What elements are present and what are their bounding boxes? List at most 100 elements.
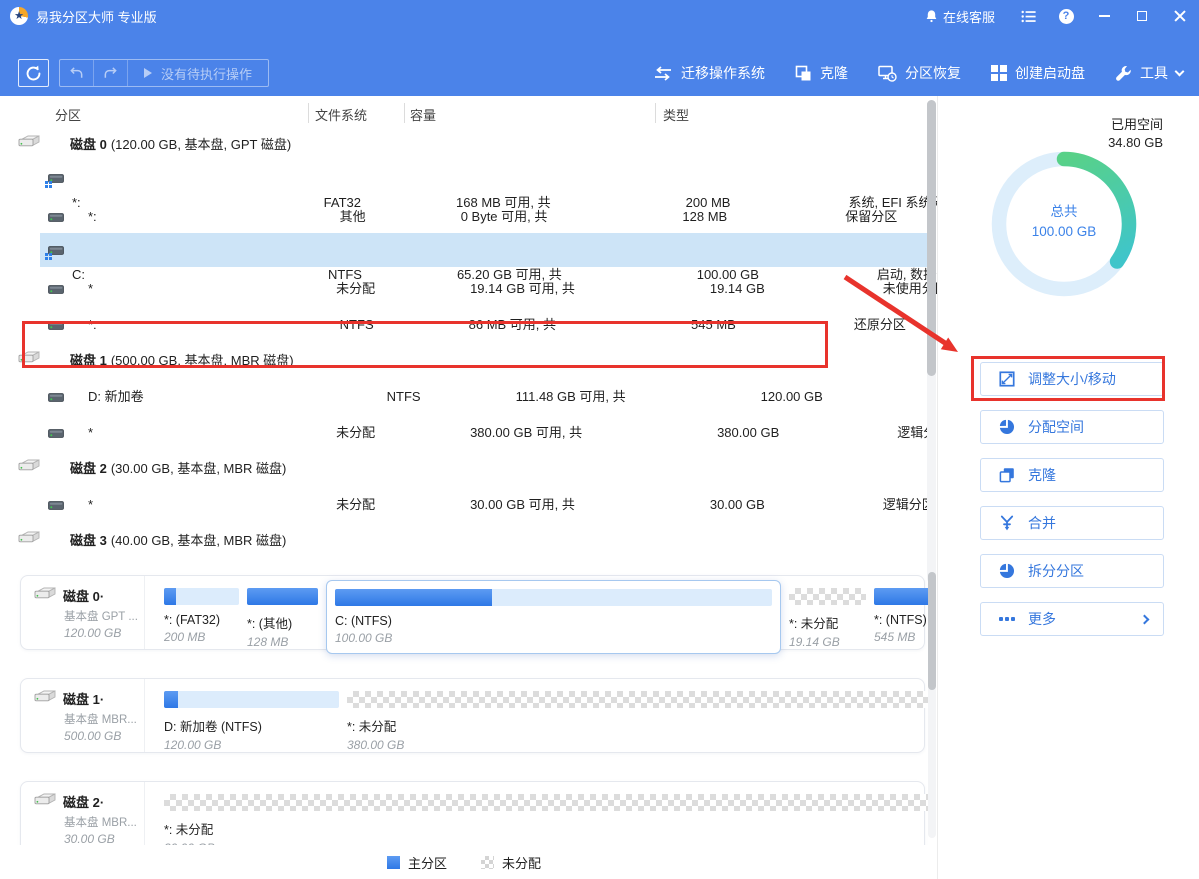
partition-free: 30.00 GB 可用, 共 (470, 497, 575, 512)
partition-name: * (88, 497, 93, 512)
disk-map-partition[interactable]: D: 新加卷 (NTFS)120.00 GB (164, 691, 339, 752)
partition-recovery-button[interactable]: 分区恢复 (878, 63, 961, 83)
bell-icon (925, 9, 938, 23)
disk-map-partition[interactable]: *: 未分配380.00 GB (347, 691, 928, 752)
table-scrollbar[interactable] (927, 100, 936, 583)
partition-name: *: (88, 317, 97, 332)
diskmap-scrollbar-thumb[interactable] (928, 572, 936, 690)
close-button[interactable] (1161, 0, 1199, 32)
partition-row[interactable]: D: 新加卷NTFS111.48 GB 可用, 共120.00 GB主分区 (0, 376, 928, 412)
diskmap-scrollbar[interactable] (928, 570, 936, 838)
resize-move-button[interactable]: 调整大小/移动 (980, 362, 1164, 396)
partition-name: D: 新加卷 (88, 389, 144, 404)
chevron-right-icon (1140, 614, 1150, 624)
undo-button[interactable] (60, 60, 94, 86)
partition-filesystem: 未分配 (336, 497, 375, 512)
legend-unallocated: 未分配 (481, 853, 541, 872)
disk-row[interactable]: 磁盘 0(120.00 GB, 基本盘, GPT 磁盘) (0, 124, 928, 160)
column-divider (655, 103, 656, 123)
partition-icon (48, 319, 64, 334)
allocate-space-button[interactable]: 分配空间 (980, 410, 1164, 444)
partition-filesystem: 未分配 (336, 281, 375, 296)
app-title: 易我分区大师 专业版 (36, 7, 157, 26)
partition-table: 分区 文件系统 容量 类型 磁盘 0(120.00 GB, 基本盘, GPT 磁… (0, 96, 928, 565)
partition-row[interactable]: *:其他0 Byte 可用, 共128 MB保留分区 (0, 196, 928, 232)
partition-map-size: 200 MB (164, 630, 239, 644)
partition-free: 0 Byte 可用, 共 (461, 209, 548, 224)
partition-total: 30.00 GB (710, 497, 765, 512)
execute-operations-button[interactable]: 没有待执行操作 (128, 60, 268, 86)
partition-row[interactable]: *未分配19.14 GB 可用, 共19.14 GB未使用分区 (0, 268, 928, 304)
partition-free: 111.48 GB 可用, 共 (516, 389, 626, 404)
partition-row[interactable]: C:NTFS65.20 GB 可用, 共100.00 GB启动, 数据分区 (0, 232, 928, 268)
migrate-os-button[interactable]: 迁移操作系统 (653, 63, 765, 83)
refresh-button[interactable] (18, 59, 49, 87)
total-space-label: 总共 100.00 GB (984, 202, 1144, 241)
disk-map-size: 120.00 GB (64, 626, 144, 640)
online-support-button[interactable]: 在线客服 (911, 7, 1009, 26)
more-button[interactable]: 更多 (980, 602, 1164, 636)
wrench-icon (1115, 65, 1132, 82)
partition-map-size: 380.00 GB (347, 738, 928, 752)
table-scrollbar-thumb[interactable] (927, 100, 936, 376)
partition-type: 还原分区 (854, 317, 906, 332)
partition-type: 保留分区 (845, 209, 897, 224)
disk-map-card: 磁盘 2·基本盘 MBR...30.00 GB*: 未分配30.00 GB (20, 781, 925, 845)
disk-icon (18, 353, 40, 368)
play-icon (144, 68, 152, 78)
create-boot-disk-button[interactable]: 创建启动盘 (991, 63, 1085, 83)
clone-partition-button[interactable]: 克隆 (980, 458, 1164, 492)
unallocated-swatch (481, 856, 494, 869)
merge-button[interactable]: 合并 (980, 506, 1164, 540)
disk-row[interactable]: 磁盘 3(40.00 GB, 基本盘, MBR 磁盘) (0, 520, 928, 556)
partition-row[interactable]: *:FAT32168 MB 可用, 共200 MB系统, EFI 系统分区 (0, 160, 928, 196)
minimize-button[interactable] (1085, 0, 1123, 32)
tools-button[interactable]: 工具 (1115, 63, 1183, 83)
partition-map-label: *: 未分配 (164, 819, 928, 838)
disk-map-partition[interactable]: *: 未分配19.14 GB (789, 588, 866, 649)
disk-map-partition[interactable]: *: (NTFS)545 MB (874, 588, 928, 644)
partition-usage-bar (164, 588, 239, 605)
partition-row[interactable]: *未分配30.00 GB 可用, 共30.00 GB逻辑分区 (0, 484, 928, 520)
disk-map-partition[interactable]: *: (其他)128 MB (247, 588, 318, 649)
disk-row[interactable]: 磁盘 2(30.00 GB, 基本盘, MBR 磁盘) (0, 448, 928, 484)
split-partition-button[interactable]: 拆分分区 (980, 554, 1164, 588)
partition-total: 128 MB (682, 209, 727, 224)
partition-row[interactable]: *:NTFS86 MB 可用, 共545 MB还原分区 (0, 304, 928, 340)
operation-list-button[interactable] (1009, 0, 1047, 32)
partition-filesystem: NTFS (340, 317, 374, 332)
help-button[interactable]: ? (1047, 0, 1085, 32)
recovery-icon (878, 65, 897, 82)
partition-usage-bar (335, 589, 772, 606)
disk-icon (34, 793, 56, 810)
partition-icon (48, 499, 64, 514)
disk-row[interactable]: 磁盘 1(500.00 GB, 基本盘, MBR 磁盘) (0, 340, 928, 376)
resize-icon (998, 371, 1015, 388)
partition-map-size: 545 MB (874, 630, 928, 644)
disk-icon (18, 533, 40, 548)
disk-icon (18, 461, 40, 476)
disk-map-info: 磁盘 0·基本盘 GPT ...120.00 GB (21, 576, 145, 649)
primary-partition-swatch (387, 856, 400, 869)
partition-map-label: *: (FAT32) (164, 613, 239, 627)
redo-button[interactable] (94, 60, 128, 86)
column-divider (308, 103, 309, 123)
partition-total: 120.00 GB (761, 389, 823, 404)
maximize-icon (1137, 11, 1147, 21)
clone-button[interactable]: 克隆 (795, 63, 848, 83)
col-capacity: 容量 (410, 105, 436, 124)
col-filesystem: 文件系统 (315, 105, 367, 124)
titlebar: ★ 易我分区大师 专业版 在线客服 ? (0, 0, 1199, 32)
disk-map-partition[interactable]: C: (NTFS)100.00 GB (326, 580, 781, 654)
partition-row[interactable]: *未分配380.00 GB 可用, 共380.00 GB逻辑分区 (0, 412, 928, 448)
partition-name: * (88, 425, 93, 440)
disk-label: 磁盘 2(30.00 GB, 基本盘, MBR 磁盘) (70, 461, 286, 476)
disk-label: 磁盘 0(120.00 GB, 基本盘, GPT 磁盘) (70, 137, 291, 152)
disk-icon (34, 690, 56, 707)
disk-map-partition[interactable]: *: (FAT32) 200 MB (164, 588, 239, 644)
chevron-down-icon (1175, 66, 1185, 76)
partition-free: 19.14 GB 可用, 共 (470, 281, 575, 296)
clone-icon (795, 65, 812, 82)
disk-map-partition[interactable]: *: 未分配30.00 GB (164, 794, 928, 845)
maximize-button[interactable] (1123, 0, 1161, 32)
